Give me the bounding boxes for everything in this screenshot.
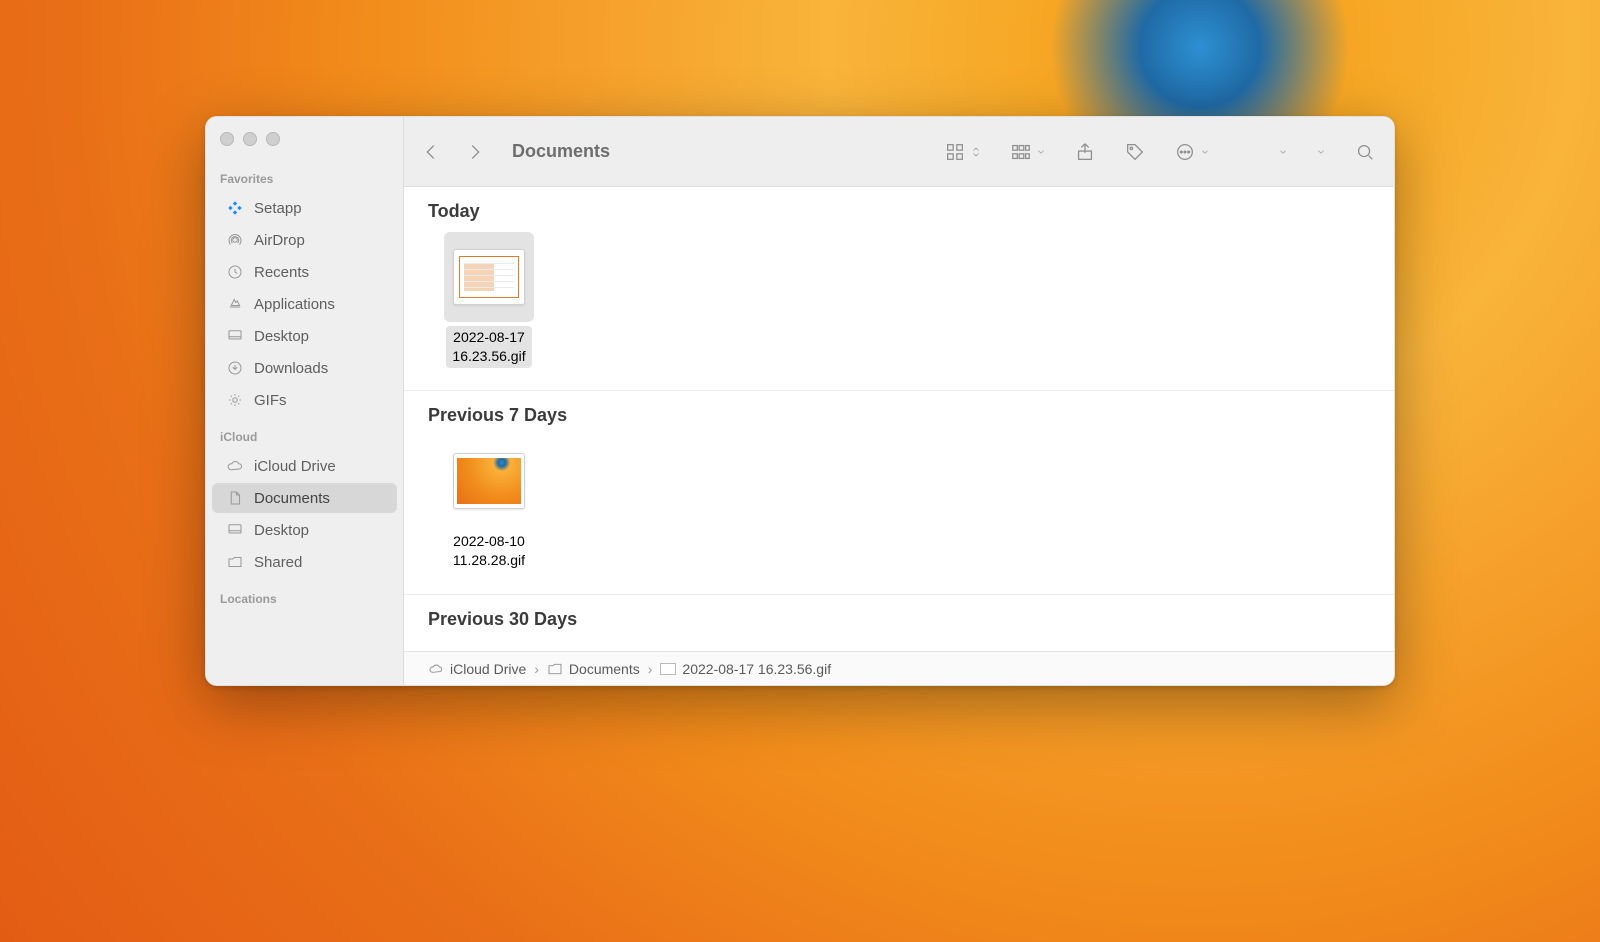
document-icon	[226, 489, 244, 507]
finder-window: Favorites Setapp AirDrop Recents Applica…	[205, 116, 1395, 686]
dropdown-2[interactable]	[1316, 147, 1326, 157]
sidebar-item-label: Downloads	[254, 360, 328, 377]
tags-button[interactable]	[1124, 141, 1146, 163]
sidebar-section-icloud: iCloud	[206, 426, 403, 450]
path-crumb-label: iCloud Drive	[450, 661, 526, 677]
applications-icon	[226, 295, 244, 313]
airdrop-icon	[226, 231, 244, 249]
sidebar-section-favorites: Favorites	[206, 168, 403, 192]
file-thumbnail[interactable]	[444, 232, 534, 322]
zoom-icon[interactable]	[266, 132, 280, 146]
chevron-right-icon: ›	[534, 661, 539, 677]
group-by-button[interactable]	[1010, 141, 1046, 163]
view-icons-button[interactable]	[944, 141, 982, 163]
preview-image-icon	[459, 256, 519, 298]
sidebar-item-gifs[interactable]: GIFs	[212, 385, 397, 415]
file-item[interactable]: 2022-08-17 16.23.56.gif	[434, 232, 544, 368]
path-crumb-file[interactable]: 2022-08-17 16.23.56.gif	[660, 661, 831, 677]
sidebar-item-label: Shared	[254, 554, 302, 571]
file-item[interactable]: 2022-08-10 11.28.28.gif	[434, 436, 544, 572]
path-crumb-label: 2022-08-17 16.23.56.gif	[682, 661, 831, 677]
group-header-prev30: Previous 30 Days	[404, 595, 1394, 640]
group-header-prev7: Previous 7 Days	[404, 391, 1394, 436]
search-button[interactable]	[1354, 141, 1376, 163]
sidebar-item-iclouddrive[interactable]: iCloud Drive	[212, 451, 397, 481]
content-area: Today 2022-08-17 16.23.56.gif Previous 7…	[404, 187, 1394, 651]
gear-icon	[226, 391, 244, 409]
sidebar-item-airdrop[interactable]: AirDrop	[212, 225, 397, 255]
toolbar-actions	[944, 141, 1376, 163]
share-button[interactable]	[1074, 141, 1096, 163]
desktop-icon	[226, 327, 244, 345]
forward-button[interactable]	[464, 141, 486, 163]
sidebar-item-label: Setapp	[254, 200, 302, 217]
group-body-prev7: 2022-08-10 11.28.28.gif	[404, 436, 1394, 595]
window-controls	[206, 128, 403, 146]
file-name[interactable]: 2022-08-17 16.23.56.gif	[446, 326, 531, 368]
sidebar-item-label: GIFs	[254, 392, 287, 409]
path-crumb-documents[interactable]: Documents	[547, 661, 640, 677]
sidebar-item-downloads[interactable]: Downloads	[212, 353, 397, 383]
more-actions-button[interactable]	[1174, 141, 1210, 163]
sidebar-item-recents[interactable]: Recents	[212, 257, 397, 287]
clock-icon	[226, 263, 244, 281]
sidebar-item-label: Desktop	[254, 522, 309, 539]
setapp-icon	[226, 199, 244, 217]
back-button[interactable]	[420, 141, 442, 163]
cloud-icon	[428, 661, 444, 677]
main-area: Documents	[404, 117, 1394, 685]
close-icon[interactable]	[220, 132, 234, 146]
sidebar-item-documents[interactable]: Documents	[212, 483, 397, 513]
sidebar-item-label: iCloud Drive	[254, 458, 336, 475]
folder-icon	[547, 661, 563, 677]
sidebar-item-label: Documents	[254, 490, 330, 507]
sidebar-item-desktop-icloud[interactable]: Desktop	[212, 515, 397, 545]
shared-folder-icon	[226, 553, 244, 571]
window-title: Documents	[512, 141, 610, 162]
sidebar-item-label: Applications	[254, 296, 335, 313]
chevron-right-icon: ›	[648, 661, 653, 677]
sidebar-item-label: AirDrop	[254, 232, 305, 249]
minimize-icon[interactable]	[243, 132, 257, 146]
toolbar: Documents	[404, 117, 1394, 187]
path-bar: iCloud Drive › Documents › 2022-08-17 16…	[404, 651, 1394, 685]
sidebar-item-label: Recents	[254, 264, 309, 281]
sidebar-item-shared[interactable]: Shared	[212, 547, 397, 577]
preview-image-icon	[457, 458, 521, 504]
sidebar: Favorites Setapp AirDrop Recents Applica…	[206, 117, 404, 685]
file-thumbnail[interactable]	[444, 436, 534, 526]
file-thumb-icon	[660, 663, 676, 675]
nav-arrows	[420, 141, 486, 163]
sidebar-item-applications[interactable]: Applications	[212, 289, 397, 319]
file-name[interactable]: 2022-08-10 11.28.28.gif	[447, 530, 531, 572]
desktop-icon	[226, 521, 244, 539]
path-crumb-label: Documents	[569, 661, 640, 677]
sidebar-section-locations: Locations	[206, 588, 403, 612]
group-body-today: 2022-08-17 16.23.56.gif	[404, 232, 1394, 391]
dropdown-1[interactable]	[1278, 147, 1288, 157]
sidebar-item-label: Desktop	[254, 328, 309, 345]
sidebar-item-desktop[interactable]: Desktop	[212, 321, 397, 351]
downloads-icon	[226, 359, 244, 377]
content-scroll[interactable]: Today 2022-08-17 16.23.56.gif Previous 7…	[404, 187, 1394, 651]
group-header-today: Today	[404, 187, 1394, 232]
sidebar-item-setapp[interactable]: Setapp	[212, 193, 397, 223]
path-crumb-iclouddrive[interactable]: iCloud Drive	[428, 661, 526, 677]
cloud-icon	[226, 457, 244, 475]
